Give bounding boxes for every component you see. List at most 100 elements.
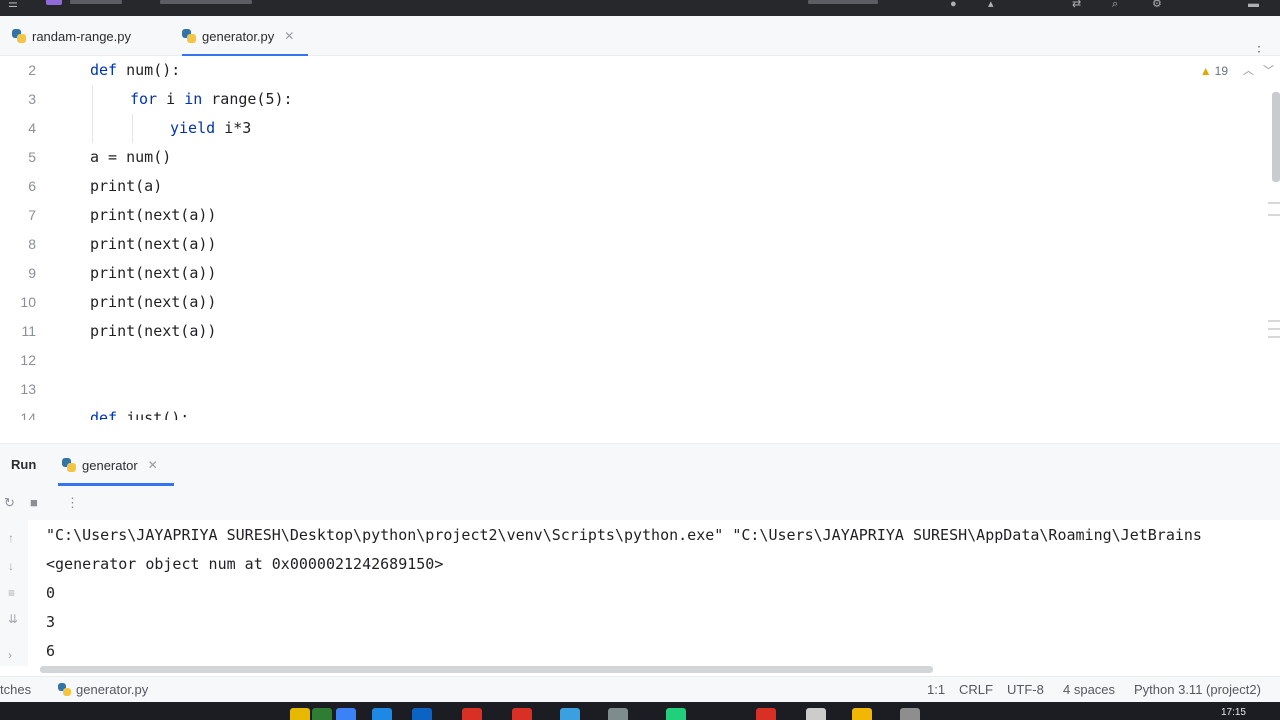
stop-icon[interactable]: ■ [30,495,38,510]
inspection-widget[interactable]: ▲ 19 [1200,64,1228,78]
run-title: Run [11,457,37,472]
run-tab-label: generator [82,457,138,473]
indent-setting[interactable]: 4 spaces [1063,682,1115,697]
tab-label: randam-range.py [32,28,131,44]
run-toolbar: ↻ ■ ⋮ [0,486,1280,520]
code-text: print(next(a)) [90,288,216,317]
taskbar-app-icon[interactable] [806,708,826,720]
next-highlight-icon[interactable]: ﹀ [1263,62,1274,78]
tab-generator[interactable]: generator.py ✕ [182,16,309,57]
project-badge-icon[interactable] [46,0,62,5]
editor-vertical-scrollbar[interactable] [1272,92,1280,182]
code-token: just(): [126,409,190,420]
keyword-token: def [90,61,127,79]
vcs-widget[interactable] [160,0,252,4]
taskbar-app-icon[interactable] [666,708,686,720]
code-line[interactable]: 7 print(next(a)) [0,201,1260,230]
search-icon[interactable]: ⌕ [1112,0,1118,10]
code-line[interactable]: 5 a = num() [0,143,1260,172]
breadcrumb-file[interactable]: generator.py [58,682,148,697]
status-bar: tches generator.py 1:1 CRLF UTF-8 4 spac… [0,676,1280,702]
taskbar-app-icon[interactable] [900,708,920,720]
main-menu-icon[interactable]: ☰ [8,0,18,10]
previous-highlight-icon[interactable]: ︿ [1243,62,1254,78]
taskbar-app-icon[interactable] [372,708,392,720]
code-line[interactable]: 2 def num(): [0,56,1260,85]
title-bar: ☰ ● ▴ ⇄ ⌕ ⚙ ▬ [0,0,1280,16]
close-window-icon[interactable]: ▬ [1248,0,1259,10]
panel-divider[interactable] [0,420,1280,444]
code-line[interactable]: 6 print(a) [0,172,1260,201]
breadcrumb-file-label: generator.py [76,682,149,697]
close-icon[interactable]: ✕ [284,29,294,43]
keyword-token: yield [170,119,225,137]
taskbar-app-icon[interactable] [560,708,580,720]
close-icon[interactable]: ✕ [148,458,158,472]
python-file-icon [12,29,26,43]
run-config-widget[interactable] [808,0,878,4]
code-token: print(next(a)) [90,322,217,340]
os-taskbar: 17:15 [0,702,1280,720]
tab-randam-range[interactable]: randam-range.py [12,16,131,56]
expand-icon[interactable]: › [8,648,12,662]
console-line: 6 [46,642,56,660]
taskbar-app-icon[interactable] [312,708,332,720]
run-icon[interactable]: ● [950,0,957,10]
python-interpreter[interactable]: Python 3.11 (project2) [1134,682,1261,697]
code-line[interactable]: 8 print(next(a)) [0,230,1260,259]
scroll-up-icon[interactable]: ↑ [8,531,14,545]
scroll-to-end-icon[interactable]: ⇊ [8,612,18,626]
scrollbar-marker [1268,202,1280,204]
code-line[interactable]: 9 print(next(a)) [0,259,1260,288]
code-token: a = num() [90,148,172,166]
line-number: 4 [28,120,36,136]
console-horizontal-scrollbar[interactable] [40,666,933,673]
code-line[interactable]: 11 print(next(a)) [0,317,1260,346]
gear-icon[interactable]: ⚙ [1152,0,1162,10]
code-token: print(a) [90,177,163,195]
code-line[interactable]: 4 yield i*3 [0,114,1260,143]
taskbar-app-icon[interactable] [852,708,872,720]
scroll-down-icon[interactable]: ↓ [8,559,14,573]
taskbar-app-icon[interactable] [756,708,776,720]
taskbar-clock: 17:15 [1220,707,1246,718]
run-tool-window-header: Run generator ✕ [0,444,1280,486]
code-line[interactable]: 12 [0,346,1260,375]
project-name-widget[interactable] [70,0,122,4]
soft-wrap-icon[interactable]: ≡ [8,586,15,600]
taskbar-app-icon[interactable] [512,708,532,720]
run-tab-generator[interactable]: generator ✕ [58,444,174,486]
taskbar-app-icon[interactable] [608,708,628,720]
debug-icon[interactable]: ▴ [988,0,994,10]
python-file-icon [182,29,196,43]
taskbar-app-icon[interactable] [290,708,310,720]
code-token: print(next(a)) [90,264,217,282]
python-file-icon [62,458,76,472]
code-editor[interactable]: 2 def num(): 3 for i in range(5): 4 yield i*3… [0,56,1280,420]
keyword-token: def [90,409,127,420]
code-line[interactable]: 3 for i in range(5): [0,85,1260,114]
line-number: 7 [28,207,36,223]
rerun-icon[interactable]: ↻ [4,495,15,511]
line-number: 11 [21,323,36,339]
code-with-me-icon[interactable]: ⇄ [1072,0,1081,10]
code-line[interactable]: 14 def just(): [0,404,1260,420]
line-number: 8 [28,236,36,252]
code-token: print(next(a)) [90,206,217,224]
taskbar-app-icon[interactable] [412,708,432,720]
code-line[interactable]: 10 print(next(a)) [0,288,1260,317]
line-number: 9 [28,265,36,281]
line-number: 6 [28,178,36,194]
code-text: print(a) [90,172,162,201]
line-number: 2 [28,62,36,78]
code-text: for i in range(5): [130,85,293,114]
line-separator[interactable]: CRLF [959,682,993,697]
file-encoding[interactable]: UTF-8 [1007,682,1044,697]
taskbar-app-icon[interactable] [462,708,482,720]
breadcrumb-root[interactable]: tches [0,682,31,697]
code-line[interactable]: 13 [0,375,1260,404]
taskbar-app-icon[interactable] [336,708,356,720]
run-console[interactable]: ↑ ↓ ≡ ⇊ › "C:\Users\JAYAPRIYA SURESH\Des… [0,520,1280,666]
caret-position[interactable]: 1:1 [927,682,945,697]
more-options-icon[interactable]: ⋮ [66,495,79,511]
